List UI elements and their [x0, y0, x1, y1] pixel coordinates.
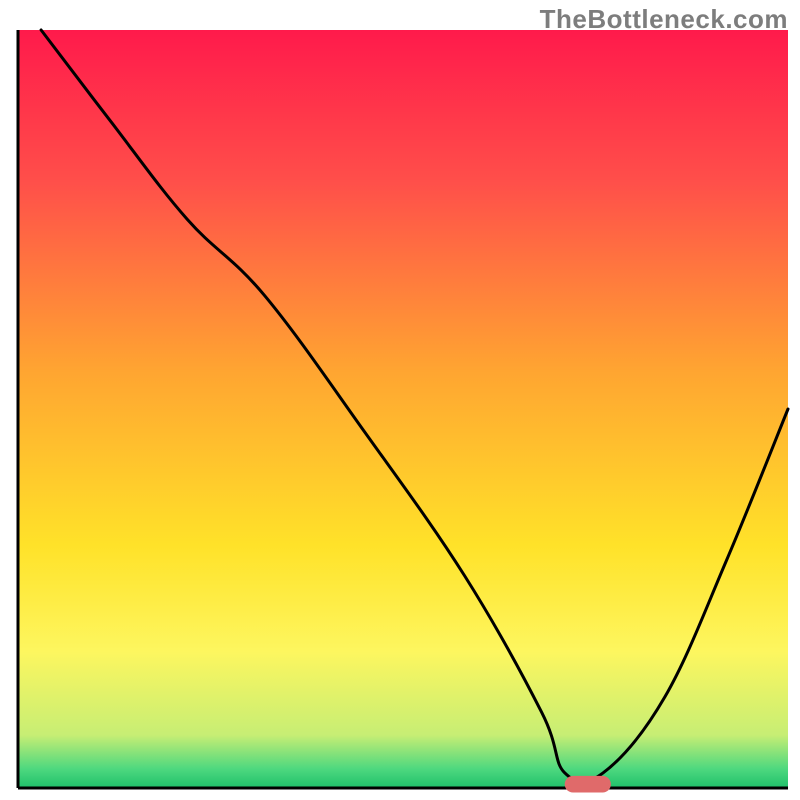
bottleneck-chart	[0, 0, 800, 800]
optimal-range	[565, 776, 611, 793]
watermark-text: TheBottleneck.com	[540, 4, 788, 35]
chart-frame: TheBottleneck.com	[0, 0, 800, 800]
gradient-background	[18, 30, 788, 788]
